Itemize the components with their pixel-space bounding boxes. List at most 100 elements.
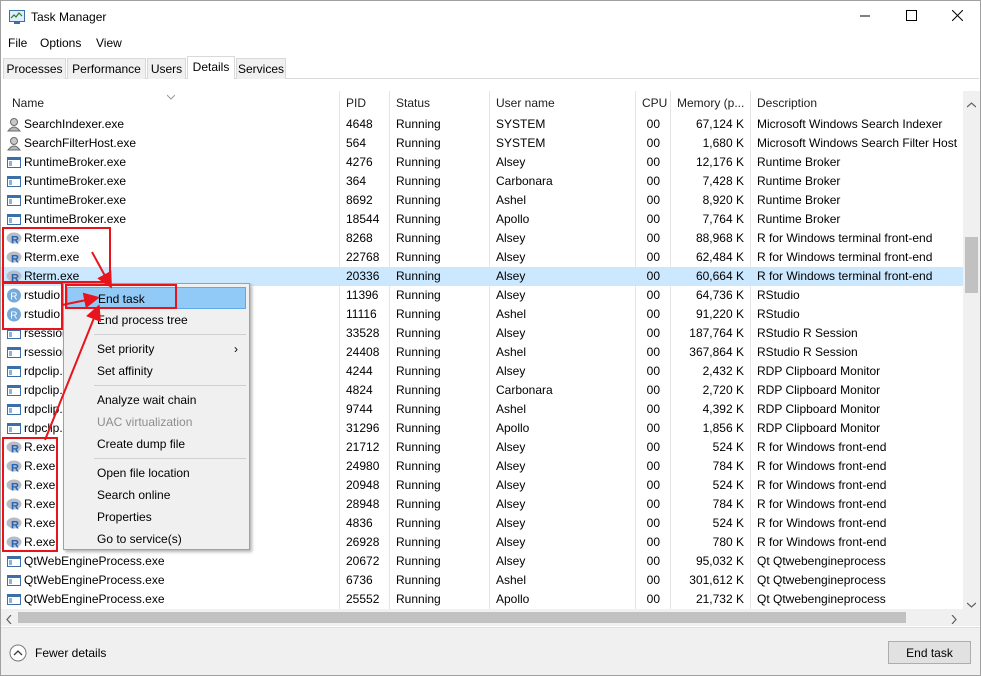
vertical-scrollbar[interactable]: [963, 91, 980, 609]
title-bar: Task Manager: [1, 1, 980, 33]
description-cell: RStudio R Session: [757, 345, 858, 359]
window-process-icon: [6, 383, 22, 398]
memory-cell: 2,432 K: [702, 364, 744, 378]
column-header-pid[interactable]: PID: [340, 91, 390, 115]
menu-view[interactable]: View: [96, 36, 122, 50]
table-row[interactable]: QtWebEngineProcess.exe 6736 Running Ashel 00…: [1, 571, 964, 590]
annotation-box-rstudio: [2, 282, 63, 330]
chevron-up-circle-icon[interactable]: [9, 644, 27, 662]
menu-analyze-wait-chain[interactable]: Analyze wait chain: [67, 389, 246, 411]
tab-users[interactable]: Users: [147, 58, 186, 79]
column-header-status[interactable]: Status: [390, 91, 490, 115]
user-name-cell: SYSTEM: [496, 136, 546, 150]
status-cell: Running: [396, 345, 441, 359]
pid-cell: 4648: [346, 117, 373, 131]
task-manager-icon: [9, 10, 25, 24]
menu-options[interactable]: Options: [40, 36, 81, 50]
status-cell: Running: [396, 459, 441, 473]
pid-cell: 24408: [346, 345, 380, 359]
table-row[interactable]: R Rterm.exe 8268 Running Alsey 00 88,968 KR fo…: [1, 229, 964, 248]
status-cell: Running: [396, 326, 441, 340]
pid-cell: 18544: [346, 212, 380, 226]
user-name-cell: Alsey: [496, 364, 526, 378]
user-name-cell: Alsey: [496, 535, 526, 549]
vertical-scroll-thumb[interactable]: [965, 237, 978, 293]
user-name-cell: SYSTEM: [496, 117, 546, 131]
memory-cell: 367,864 K: [689, 345, 744, 359]
cpu-cell: 00: [646, 497, 660, 511]
memory-cell: 784 K: [712, 459, 744, 473]
scrollbar-corner: [963, 609, 980, 626]
table-row[interactable]: RuntimeBroker.exe 364 Running Carbonara 00 7,…: [1, 172, 964, 191]
menu-open-file-location[interactable]: Open file location: [67, 462, 246, 484]
pid-cell: 564: [346, 136, 367, 150]
user-name-cell: Alsey: [496, 497, 526, 511]
column-header-memory[interactable]: Memory (p...: [671, 91, 751, 115]
column-header-cpu[interactable]: CPU: [636, 91, 671, 115]
menu-set-affinity[interactable]: Set affinity: [67, 360, 246, 382]
table-row[interactable]: RuntimeBroker.exe 4276 Running Alsey 00 12,17…: [1, 153, 964, 172]
scroll-left-icon[interactable]: [6, 613, 12, 627]
table-row[interactable]: SearchIndexer.exe 4648 Running SYSTEM 00 67,1…: [1, 115, 964, 134]
pid-cell: 20672: [346, 554, 380, 568]
fewer-details-link[interactable]: Fewer details: [35, 646, 106, 660]
task-manager-window: Task Manager File Options View Processes…: [0, 0, 981, 676]
description-cell: Runtime Broker: [757, 193, 841, 207]
cpu-cell: 00: [646, 193, 660, 207]
pid-cell: 31296: [346, 421, 380, 435]
status-cell: Running: [396, 573, 441, 587]
column-header-user-name[interactable]: User name: [490, 91, 636, 115]
menu-create-dump-file[interactable]: Create dump file: [67, 433, 246, 455]
window-process-icon: [6, 402, 22, 417]
user-name-cell: Apollo: [496, 421, 530, 435]
status-cell: Running: [396, 117, 441, 131]
cpu-cell: 00: [646, 364, 660, 378]
cpu-cell: 00: [646, 516, 660, 530]
status-cell: Running: [396, 421, 441, 435]
menu-properties[interactable]: Properties: [67, 506, 246, 528]
end-task-button[interactable]: End task: [888, 641, 971, 664]
annotation-box-rterm: [2, 227, 111, 283]
status-cell: Running: [396, 440, 441, 454]
window-process-icon: [6, 421, 22, 436]
pid-cell: 8268: [346, 231, 373, 245]
cpu-cell: 00: [646, 478, 660, 492]
description-cell: R for Windows terminal front-end: [757, 250, 933, 264]
tab-services[interactable]: Services: [236, 58, 286, 79]
horizontal-scrollbar[interactable]: [1, 609, 963, 626]
table-row[interactable]: SearchFilterHost.exe 564 Running SYSTEM 00 1,…: [1, 134, 964, 153]
table-row[interactable]: QtWebEngineProcess.exe 20672 Running Alsey 0…: [1, 552, 964, 571]
cpu-cell: 00: [646, 440, 660, 454]
column-header-name[interactable]: Name: [6, 91, 340, 115]
pid-cell: 20336: [346, 269, 380, 283]
tab-details[interactable]: Details: [187, 56, 235, 79]
table-row[interactable]: RuntimeBroker.exe 8692 Running Ashel 00 8,920…: [1, 191, 964, 210]
menu-end-process-tree[interactable]: End process tree: [67, 309, 246, 331]
menu-set-priority[interactable]: Set priority ›: [67, 338, 246, 360]
table-row[interactable]: R Rterm.exe 22768 Running Alsey 00 62,484 KR f…: [1, 248, 964, 267]
context-menu: End task End process tree Set priority ›…: [63, 283, 250, 550]
cpu-cell: 00: [646, 459, 660, 473]
horizontal-scroll-thumb[interactable]: [18, 612, 906, 623]
table-row[interactable]: QtWebEngineProcess.exe 25552 Running Apollo…: [1, 590, 964, 609]
menu-go-to-services[interactable]: Go to service(s): [67, 528, 246, 550]
cpu-cell: 00: [646, 288, 660, 302]
minimize-button[interactable]: [842, 1, 888, 33]
column-header-description[interactable]: Description: [751, 91, 964, 115]
menu-file[interactable]: File: [8, 36, 27, 50]
tab-processes[interactable]: Processes: [3, 58, 66, 79]
description-cell: R for Windows front-end: [757, 535, 887, 549]
scroll-up-icon[interactable]: [966, 97, 977, 111]
tab-performance[interactable]: Performance: [67, 58, 146, 79]
window-process-icon: [6, 592, 22, 607]
close-button[interactable]: [934, 1, 980, 33]
menu-search-online[interactable]: Search online: [67, 484, 246, 506]
cpu-cell: 00: [646, 573, 660, 587]
table-row[interactable]: RuntimeBroker.exe 18544 Running Apollo 00 7,7…: [1, 210, 964, 229]
pid-cell: 9744: [346, 402, 373, 416]
maximize-button[interactable]: [888, 1, 934, 33]
memory-cell: 524 K: [712, 478, 744, 492]
user-name-cell: Ashel: [496, 193, 527, 207]
pid-cell: 11396: [346, 288, 379, 302]
scroll-right-icon[interactable]: [951, 613, 957, 627]
